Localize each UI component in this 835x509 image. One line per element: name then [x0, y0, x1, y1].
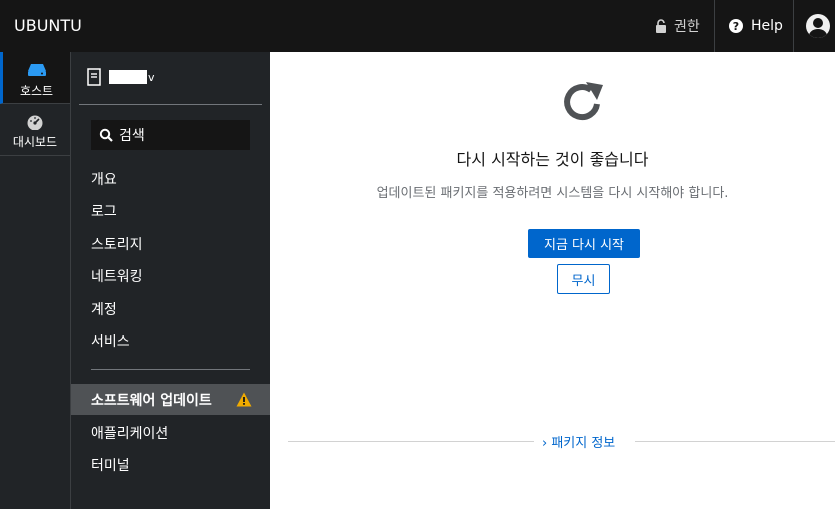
restart-now-button[interactable]: 지금 다시 시작 — [528, 229, 640, 258]
main-content: 다시 시작하는 것이 좋습니다 업데이트된 패키지를 적용하려면 시스템을 다시… — [270, 52, 835, 509]
sidebar-search[interactable]: 검색 — [91, 120, 250, 150]
sidebar-item-software-updates[interactable]: 소프트웨어 업데이트 — [71, 384, 270, 415]
lock-open-icon — [654, 19, 668, 33]
sidebar-item-label: 터미널 — [91, 457, 130, 474]
host-document-icon — [87, 68, 101, 86]
sidebar-item-logs[interactable]: 로그 — [71, 195, 270, 226]
expander-line-left — [288, 441, 534, 442]
sidebar-item-storage[interactable]: 스토리지 — [71, 228, 270, 259]
search-label: 검색 — [119, 128, 145, 144]
ignore-button[interactable]: 무시 — [557, 264, 610, 294]
restart-icon — [560, 79, 606, 129]
sidebar-item-applications[interactable]: 애플리케이션 — [71, 417, 270, 448]
nav-rail: 호스트 대시보드 — [0, 52, 71, 509]
privileges-button[interactable]: 권한 — [654, 0, 700, 52]
privileges-label: 권한 — [674, 19, 700, 35]
dashboard-gauge-icon — [26, 114, 44, 131]
sidebar-item-label: 애플리케이션 — [91, 425, 169, 442]
help-button[interactable]: ? Help — [728, 0, 783, 52]
top-separator — [714, 0, 715, 52]
sidebar-item-label: 로그 — [91, 203, 117, 220]
empty-state-title: 다시 시작하는 것이 좋습니다 — [456, 150, 649, 169]
sidebar-divider — [79, 104, 262, 105]
sidebar-item-label: 서비스 — [91, 333, 130, 350]
sidebar-item-overview[interactable]: 개요 — [71, 163, 270, 194]
help-label: Help — [751, 18, 783, 34]
host-caret: v — [148, 70, 155, 84]
rail-item-dashboard[interactable]: 대시보드 — [0, 104, 70, 156]
question-circle-icon: ? — [728, 18, 744, 34]
package-info-toggle[interactable]: › 패키지 정보 — [542, 432, 616, 451]
expander-line-right — [635, 441, 835, 442]
sidebar-item-terminal[interactable]: 터미널 — [71, 449, 270, 480]
top-bar: UBUNTU 권한 ? Help — [0, 0, 835, 52]
sidebar-divider — [91, 369, 250, 370]
sidebar-item-accounts[interactable]: 계정 — [71, 293, 270, 324]
sidebar-item-label: 네트워킹 — [91, 268, 143, 285]
sidebar-item-label: 스토리지 — [91, 236, 143, 253]
brand-title: UBUNTU — [14, 16, 82, 35]
hostname-redacted — [109, 70, 147, 84]
top-separator — [793, 0, 794, 52]
user-avatar-icon — [806, 14, 830, 38]
rail-item-host[interactable]: 호스트 — [0, 52, 70, 104]
rail-item-label: 호스트 — [19, 84, 54, 98]
user-menu-button[interactable] — [806, 0, 830, 52]
empty-state-description: 업데이트된 패키지를 적용하려면 시스템을 다시 시작해야 합니다. — [376, 186, 729, 201]
sidebar: v 검색 개요 로그 스토리지 네트워킹 계정 서비스 소프트웨어 업데이트 애… — [71, 52, 270, 509]
sidebar-item-networking[interactable]: 네트워킹 — [71, 260, 270, 291]
sidebar-item-label: 소프트웨어 업데이트 — [91, 392, 212, 409]
svg-text:?: ? — [733, 20, 739, 33]
sidebar-item-label: 개요 — [91, 171, 117, 188]
search-icon — [99, 128, 113, 142]
host-switcher[interactable]: v — [87, 68, 155, 86]
sidebar-item-services[interactable]: 서비스 — [71, 325, 270, 356]
server-icon — [27, 62, 47, 78]
warning-icon — [236, 392, 252, 407]
sidebar-item-label: 계정 — [91, 301, 117, 318]
rail-item-label: 대시보드 — [12, 135, 58, 149]
